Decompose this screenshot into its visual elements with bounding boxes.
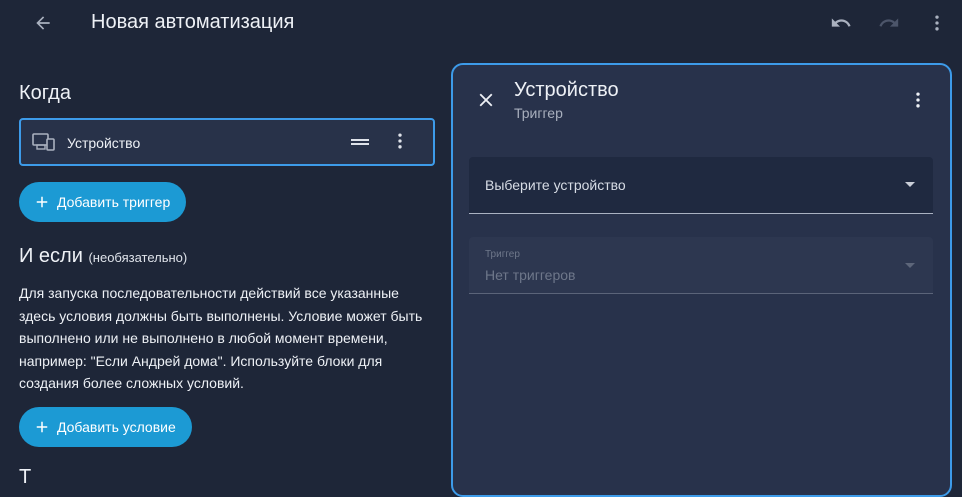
devices-icon [32,132,56,157]
undo-button[interactable] [826,8,856,38]
close-icon [479,93,493,107]
conditions-optional-note: (необязательно) [88,250,188,265]
trigger-card-device[interactable]: Устройство [19,118,435,166]
trigger-type-value: Нет триггеров [485,267,576,283]
back-button[interactable] [28,8,58,38]
more-vertical-icon [398,133,402,149]
device-select[interactable]: Выберите устройство [469,157,933,214]
more-vertical-icon [916,92,920,108]
more-vertical-icon [935,15,939,31]
conditions-heading: И если (необязательно) [19,245,187,268]
trigger-type-label: Триггер [485,249,520,260]
close-button[interactable] [471,85,501,115]
device-select-placeholder: Выберите устройство [485,177,626,193]
top-bar: Новая автоматизация [0,0,962,46]
plus-icon [36,196,48,208]
actions-heading: Т [19,466,32,488]
page-title: Новая автоматизация [91,11,295,33]
dropdown-arrow-icon [905,182,915,187]
add-condition-button[interactable]: Добавить условие [19,407,192,447]
redo-icon [879,18,899,27]
undo-icon [831,18,851,27]
redo-button[interactable] [874,8,904,38]
add-trigger-button[interactable]: Добавить триггер [19,182,186,222]
add-trigger-label: Добавить триггер [57,194,171,210]
panel-subtitle: Триггер [514,105,563,121]
arrow-back-icon [36,16,50,30]
trigger-editor-panel: Устройство Триггер Выберите устройство Т… [451,63,952,497]
when-heading: Когда [19,82,71,104]
plus-icon [36,421,48,433]
trigger-card-label: Устройство [67,135,141,151]
overflow-menu-button[interactable] [922,8,952,38]
panel-menu-button[interactable] [903,85,933,115]
add-condition-label: Добавить условие [57,419,176,435]
conditions-description: Для запуска последовательности действий … [19,285,423,391]
card-menu-button[interactable] [390,131,410,151]
trigger-type-select: Триггер Нет триггеров [469,237,933,294]
dropdown-arrow-icon [905,263,915,268]
drag-handle-icon[interactable] [349,133,371,151]
panel-title: Устройство [514,79,619,101]
conditions-title: И если [19,245,83,267]
